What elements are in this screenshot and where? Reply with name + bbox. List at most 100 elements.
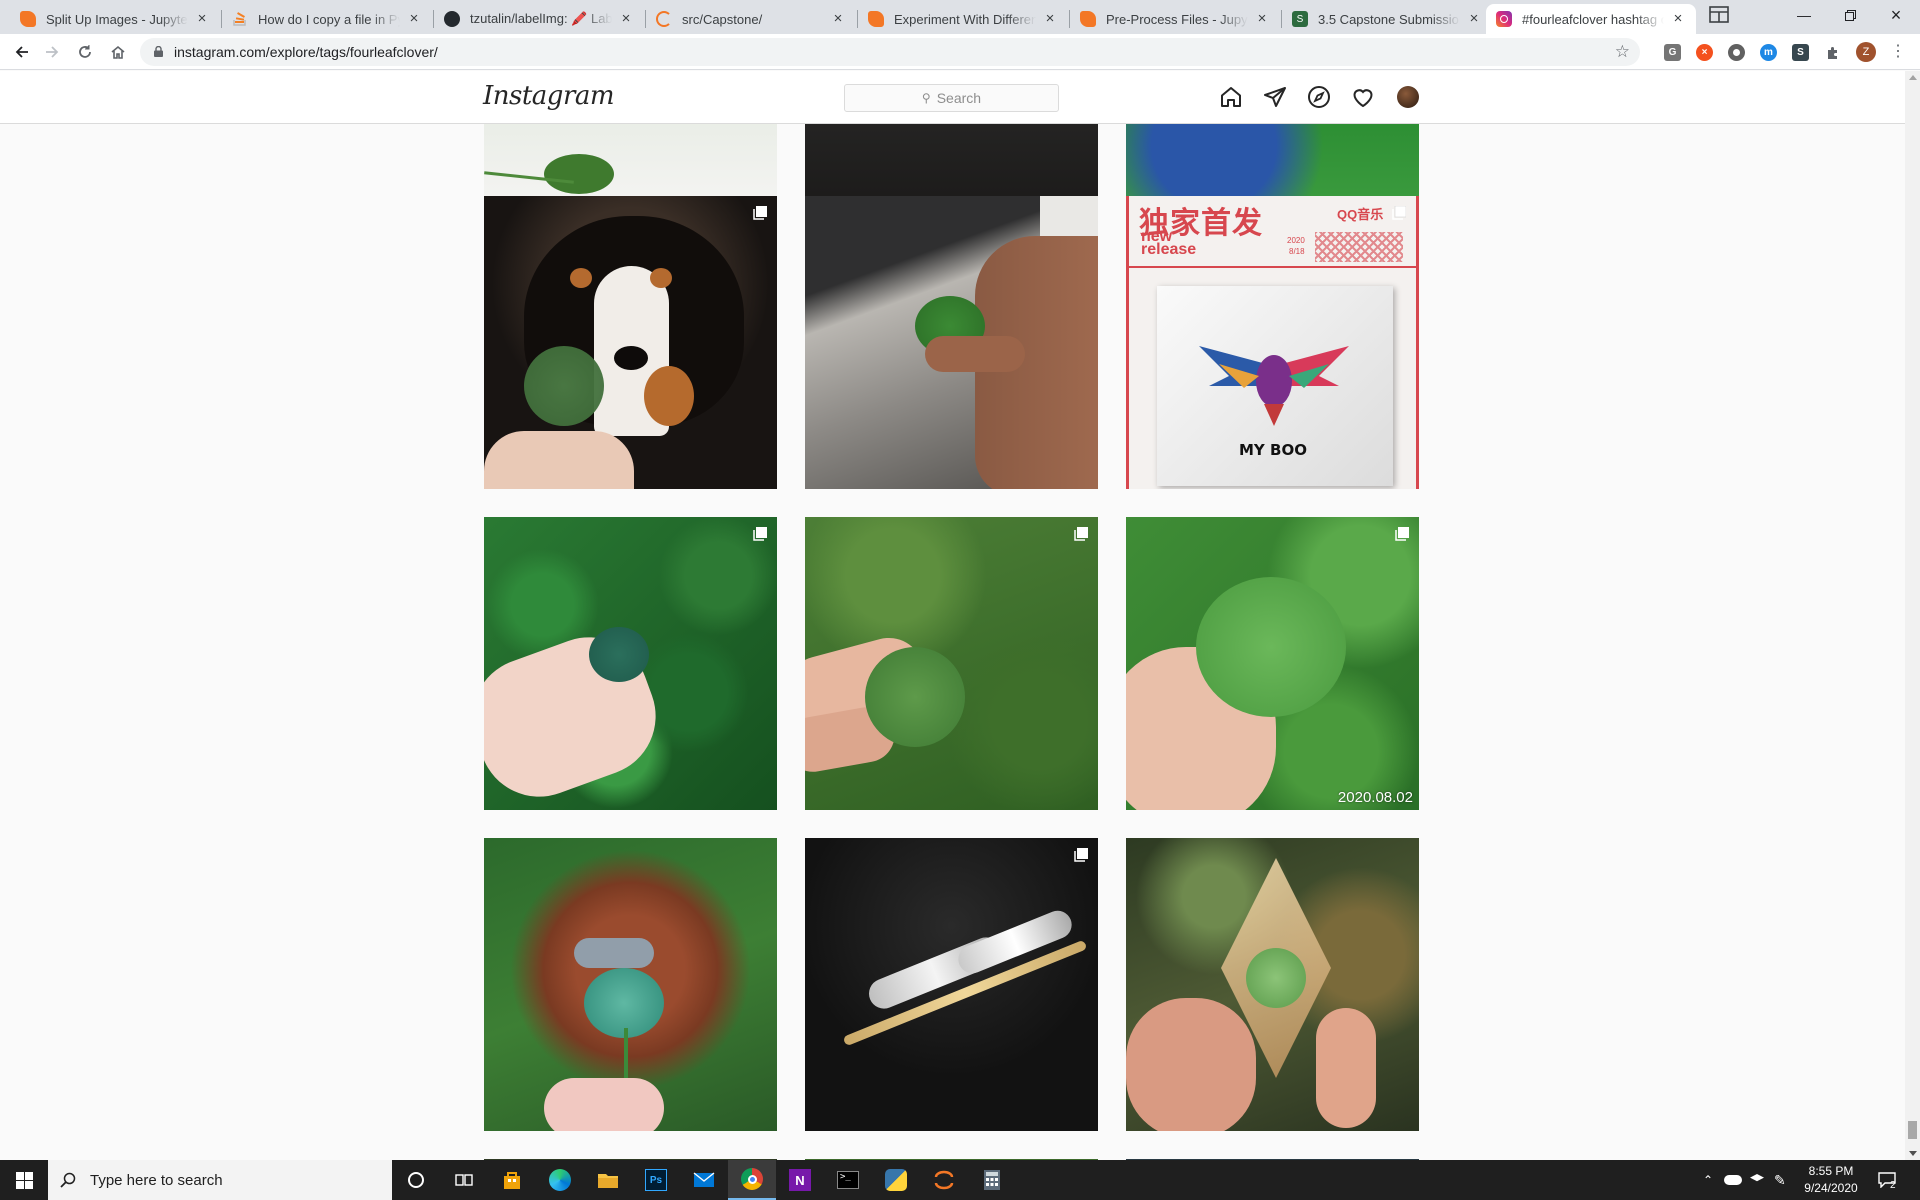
extension-g-icon[interactable]: G (1664, 44, 1681, 61)
chrome-icon[interactable] (728, 1160, 776, 1200)
jupyter-icon (1080, 11, 1096, 27)
restore-button[interactable] (1827, 0, 1873, 30)
explore-icon[interactable] (1307, 85, 1331, 109)
clock-date: 9/24/2020 (1804, 1181, 1858, 1195)
instagram-logo[interactable]: Instagram (483, 81, 615, 111)
home-button[interactable] (106, 40, 130, 64)
close-tab-icon[interactable]: × (194, 11, 210, 27)
extension-circle-icon[interactable] (1728, 44, 1745, 61)
home-icon[interactable] (1219, 85, 1243, 109)
dropbox-icon[interactable] (1750, 1174, 1764, 1182)
close-tab-icon[interactable]: × (1670, 11, 1686, 27)
jupyter-icon (868, 11, 884, 27)
photo-date-stamp: 2020.08.02 (1337, 789, 1413, 806)
post-clover-resin-pendant[interactable] (1126, 838, 1419, 1131)
profile-avatar-button[interactable]: Z (1856, 42, 1876, 62)
post-clover-fingers-grass[interactable] (805, 517, 1098, 810)
system-tray: ⌃ ✎ (1700, 1160, 1800, 1200)
post-big-clover-hand[interactable]: 2020.08.02 (1126, 517, 1419, 810)
tab-src-capstone[interactable]: src/Capstone/ × (646, 4, 856, 34)
close-tab-icon[interactable]: × (1254, 11, 1270, 27)
bird-artwork (1199, 346, 1349, 426)
close-window-button[interactable]: × (1873, 0, 1919, 30)
multiple-posts-icon (1074, 527, 1088, 541)
multiple-posts-icon (1395, 527, 1409, 541)
tab-labelimg-github[interactable]: tzutalin/labelImg: 🖍️ LabelImg × (434, 4, 644, 34)
multiple-posts-icon (753, 527, 767, 541)
reload-button[interactable] (73, 40, 97, 64)
jupyter-icon[interactable] (920, 1160, 968, 1200)
taskbar-search-placeholder: Type here to search (90, 1171, 223, 1189)
address-bar[interactable]: instagram.com/explore/tags/fourleafclove… (140, 38, 1640, 66)
menu-kebab-icon[interactable]: ⋮ (1888, 42, 1908, 62)
pen-icon[interactable]: ✎ (1774, 1172, 1790, 1189)
start-button[interactable] (0, 1160, 48, 1200)
close-tab-icon[interactable]: × (618, 11, 634, 27)
tab-pre-process-files[interactable]: Pre-Process Files - Jupyter Notebook × (1070, 4, 1280, 34)
python-icon[interactable] (872, 1160, 920, 1200)
tab-copy-file-python[interactable]: How do I copy a file in Python? × (222, 4, 432, 34)
post-greyhound-brooch[interactable] (805, 838, 1098, 1131)
bookmark-star-icon[interactable]: ☆ (1615, 42, 1630, 62)
page-scrollbar[interactable] (1905, 71, 1920, 1160)
post-hand-clover-car[interactable] (805, 196, 1098, 489)
task-view-icon[interactable] (440, 1160, 488, 1200)
scroll-up-arrow[interactable] (1909, 75, 1917, 80)
back-button[interactable] (10, 40, 34, 64)
direct-icon[interactable] (1263, 85, 1287, 109)
scroll-down-arrow[interactable] (1909, 1151, 1917, 1156)
calculator-icon[interactable] (968, 1160, 1016, 1200)
minimize-button[interactable]: — (1781, 0, 1827, 30)
close-tab-icon[interactable]: × (1466, 11, 1482, 27)
search-placeholder: Search (936, 90, 982, 106)
search-icon: ⚲ (921, 91, 931, 105)
store-icon[interactable] (488, 1160, 536, 1200)
github-icon (444, 11, 460, 27)
file-explorer-icon[interactable] (584, 1160, 632, 1200)
edge-icon[interactable] (536, 1160, 584, 1200)
extension-honey-icon[interactable]: × (1696, 44, 1713, 61)
close-tab-icon[interactable]: × (830, 11, 846, 27)
extensions-puzzle-icon[interactable] (1824, 44, 1841, 61)
windows-taskbar: Type here to search Ps N >_ ⌃ ✎ 8:55 PM … (0, 1160, 1920, 1200)
post-clover-in-patch[interactable] (484, 517, 777, 810)
profile-avatar[interactable] (1397, 86, 1419, 108)
stackoverflow-icon (232, 11, 248, 27)
url-text: instagram.com/explore/tags/fourleafclove… (174, 44, 438, 60)
tab-split-up-images[interactable]: Split Up Images - Jupyter Notebook × (10, 4, 220, 34)
photoshop-icon[interactable]: Ps (632, 1160, 680, 1200)
springboard-icon: S (1292, 11, 1308, 27)
browser-tab-strip: Split Up Images - Jupyter Notebook × How… (0, 0, 1920, 34)
terminal-icon[interactable]: >_ (824, 1160, 872, 1200)
action-center-button[interactable]: 2 (1878, 1160, 1896, 1200)
notification-count: 2 (1890, 1179, 1896, 1191)
close-tab-icon[interactable]: × (406, 11, 422, 27)
post-puppy-clover[interactable] (484, 196, 777, 489)
scrollbar-thumb[interactable] (1908, 1121, 1917, 1139)
cortana-icon[interactable] (392, 1160, 440, 1200)
extension-m-icon[interactable]: m (1760, 44, 1777, 61)
tab-capstone-submission[interactable]: S 3.5 Capstone Submission - Springboard … (1282, 4, 1492, 34)
page-viewport: Instagram ⚲ Search 独家首发 QQ音乐 new release… (0, 71, 1905, 1160)
forward-button[interactable] (40, 40, 64, 64)
extension-springboard-icon[interactable]: S (1792, 44, 1809, 61)
tab-experiment-models[interactable]: Experiment With Different Models × (858, 4, 1068, 34)
tab-instagram-fourleafclover[interactable]: #fourleafclover hashtag on Instagram × (1486, 4, 1696, 34)
search-icon (60, 1172, 76, 1188)
tab-search-icon[interactable] (1708, 5, 1730, 25)
post-new-release-album[interactable]: 独家首发 QQ音乐 new release 2020 8/18 MY BOO (1126, 196, 1419, 489)
jupyter-icon (20, 11, 36, 27)
browser-toolbar: instagram.com/explore/tags/fourleafclove… (0, 34, 1920, 70)
tray-chevron-up-icon[interactable]: ⌃ (1700, 1173, 1716, 1187)
mail-icon[interactable] (680, 1160, 728, 1200)
album-brand: QQ音乐 (1337, 207, 1384, 222)
taskbar-search-box[interactable]: Type here to search (48, 1160, 392, 1200)
taskbar-clock[interactable]: 8:55 PM 9/24/2020 (1796, 1163, 1866, 1197)
onedrive-icon[interactable] (1724, 1175, 1742, 1185)
activity-heart-icon[interactable] (1351, 85, 1375, 109)
close-tab-icon[interactable]: × (1042, 11, 1058, 27)
album-release-label: release (1141, 241, 1197, 258)
onenote-icon[interactable]: N (776, 1160, 824, 1200)
post-clover-dog-blur[interactable] (484, 838, 777, 1131)
search-input[interactable]: ⚲ Search (844, 84, 1059, 112)
